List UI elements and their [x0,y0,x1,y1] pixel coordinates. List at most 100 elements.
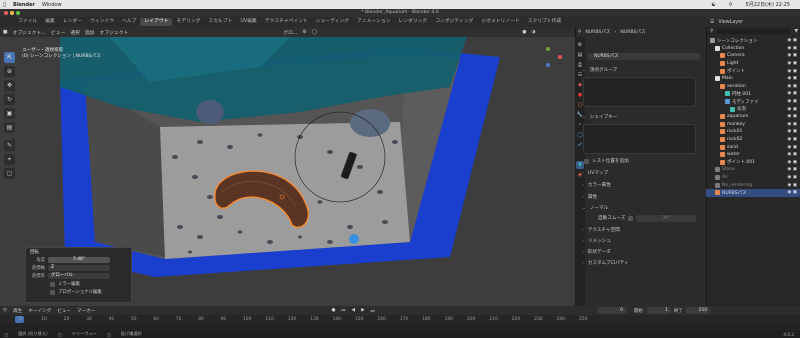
menu-marker[interactable]: マーカー [77,308,95,314]
rest-position-checkbox[interactable] [584,158,589,164]
operator-title[interactable]: 回転 [30,249,39,255]
outliner-search-input[interactable] [717,29,791,34]
tab-compositing[interactable]: コンポジティング [431,18,477,26]
menu-help[interactable]: ヘルプ [118,18,140,26]
visibility-icon[interactable]: ◉ ▣ [787,129,797,134]
scale-tool[interactable]: ▣ [4,108,15,119]
rotate-tool[interactable]: ↻ [4,94,15,105]
properties-search-icon[interactable]: ⚲ [578,30,581,35]
wifi-icon[interactable]: ☯ [711,2,715,8]
outliner-row[interactable]: シーンコレクション ◉ ▣ [706,37,800,45]
visibility-icon[interactable]: ◉ ▣ [787,145,797,150]
current-frame-field[interactable]: 0 [598,307,626,314]
clock[interactable]: 5月22日(木) 22:25 [746,1,790,8]
outliner-row[interactable]: Collection ◉ ▣ [706,45,800,53]
minimize-window-button[interactable] [10,11,14,15]
editor-type-icon[interactable]: ■ [3,30,8,35]
outliner-row[interactable]: rock01 ◉ ▣ [706,128,800,136]
visibility-icon[interactable]: ◉ ▣ [787,190,797,195]
transform-orientation[interactable]: グロ... [283,29,297,36]
view-layer-name[interactable]: ViewLayer [718,20,743,25]
apple-icon[interactable]:  [3,2,6,8]
outliner-row[interactable]: Main ◉ ▣ [706,75,800,83]
menu-keying[interactable]: キーイング [28,308,51,314]
tab-rendering[interactable]: レンダリング [394,18,431,26]
outliner-filter-icon[interactable]: ⚲ [710,29,713,34]
tool-tab-icon[interactable]: ⚙ [576,41,584,49]
tab-modeling[interactable]: モデリング [172,18,204,26]
outliner-row[interactable]: Light ◉ ▣ [706,60,800,68]
jump-end-icon[interactable]: ⏭ [371,308,375,314]
tab-shading[interactable]: シェーディング [312,18,353,26]
tab-sculpt[interactable]: スカルプト [204,18,236,26]
app-menu[interactable]: Blender [13,2,35,8]
play-icon[interactable]: ▶ [361,308,365,313]
cursor-tool[interactable]: ⊕ [4,66,15,77]
section-vertex-groups[interactable]: ⌄ 頂点グループ [578,66,702,74]
tab-scripting[interactable]: スクリプト作成 [524,18,566,26]
visibility-icon[interactable]: ◉ ▣ [787,84,797,89]
angle-field[interactable]: 7.46° [48,257,110,263]
section-attributes[interactable]: › 属性 [578,193,702,201]
menu-playback[interactable]: 再生 [13,308,22,314]
visibility-icon[interactable]: ◉ ▣ [787,91,797,96]
menu-select[interactable]: 選択 [70,29,80,36]
menu-render[interactable]: レンダー [59,18,86,26]
section-uv-maps[interactable]: › UVマップ [578,169,702,177]
annotate-tool[interactable]: ✎ [4,140,15,151]
visibility-icon[interactable]: ◉ ▣ [787,69,797,74]
tab-layout[interactable]: レイアウト [140,18,173,26]
visibility-icon[interactable]: ◉ ▣ [787,152,797,157]
visibility-icon[interactable]: ◉ ▣ [787,114,797,119]
start-frame-field[interactable]: 1 [647,307,671,314]
autosmooth-angle-field[interactable]: 30° [636,214,697,222]
visibility-icon[interactable]: ◉ ▣ [787,53,797,58]
tab-uv-editing[interactable]: UV編集 [236,18,260,26]
tab-animation[interactable]: アニメーション [353,18,394,26]
section-normals[interactable]: ⌄ ノーマル [578,204,702,212]
mirror-edit-checkbox[interactable] [50,281,55,287]
shading-render-icon[interactable]: ◑ [531,30,535,35]
visibility-icon[interactable]: ◉ ▣ [787,175,797,180]
visibility-icon[interactable]: ◉ ▣ [787,183,797,188]
record-icon[interactable]: ● [331,308,335,313]
tab-geometry-nodes[interactable]: ジオメトリノード [477,18,523,26]
menu-window[interactable]: ウィンドウ [86,18,118,26]
outliner-row[interactable]: Camera ◉ ▣ [706,52,800,60]
outliner-row[interactable]: aeration ◉ ▣ [706,83,800,91]
close-window-button[interactable] [4,11,8,15]
axis-field[interactable]: Z [48,265,110,271]
outliner-row[interactable]: NURBSパス ◉ ▣ [706,189,800,197]
visibility-icon[interactable]: ◉ ▣ [787,38,797,43]
outliner-row[interactable]: aquarium ◉ ▣ [706,113,800,121]
rest-position-row[interactable]: レスト位置を追加 [578,157,702,165]
section-custom-properties[interactable]: › カスタムプロパティ [578,259,702,267]
outliner-row[interactable]: Air ◉ ▣ [706,174,800,182]
visibility-icon[interactable]: ◉ ▣ [787,99,797,104]
visibility-icon[interactable]: ◉ ▣ [787,107,797,112]
section-remesh[interactable]: › リメッシュ [578,237,702,245]
menu-view[interactable]: ビュー [51,29,65,36]
visibility-icon[interactable]: ◉ ▣ [787,61,797,66]
proportional-icon[interactable]: ◯ [312,30,317,35]
visibility-icon[interactable]: ◉ ▣ [787,160,797,165]
outliner-row[interactable]: Stone ◉ ▣ [706,166,800,174]
measure-tool[interactable]: ⌖ [4,154,15,165]
end-frame-field[interactable]: 250 [686,307,710,314]
window-menu[interactable]: Window [42,2,62,8]
visibility-icon[interactable]: ◉ ▣ [787,46,797,51]
section-shape-keys[interactable]: ⌄ シェイプキー [578,113,702,121]
outliner-row[interactable]: rock02 ◉ ▣ [706,136,800,144]
add-cube-tool[interactable]: ▢ [4,168,15,179]
outliner-row[interactable]: モディファイ ◉ ▣ [706,98,800,106]
orientation-field[interactable]: グローバル [48,273,110,279]
operator-panel[interactable]: 回転 角度 7.46° 座標軸 Z 座標系 グローバル ミラー編集 プロポーショナル編… [25,247,132,303]
shading-solid-icon[interactable]: ● [522,30,526,35]
jump-start-icon[interactable]: ⏮ [341,308,345,314]
visibility-icon[interactable]: ◉ ▣ [787,76,797,81]
outliner-row[interactable]: No_rendering ◉ ▣ [706,181,800,189]
outliner-row[interactable]: 円柱.001 ◉ ▣ [706,90,800,98]
outliner-row[interactable]: sand ◉ ▣ [706,143,800,151]
select-box-tool[interactable]: ⇱ [4,52,15,63]
proportional-edit-checkbox[interactable] [50,289,55,295]
